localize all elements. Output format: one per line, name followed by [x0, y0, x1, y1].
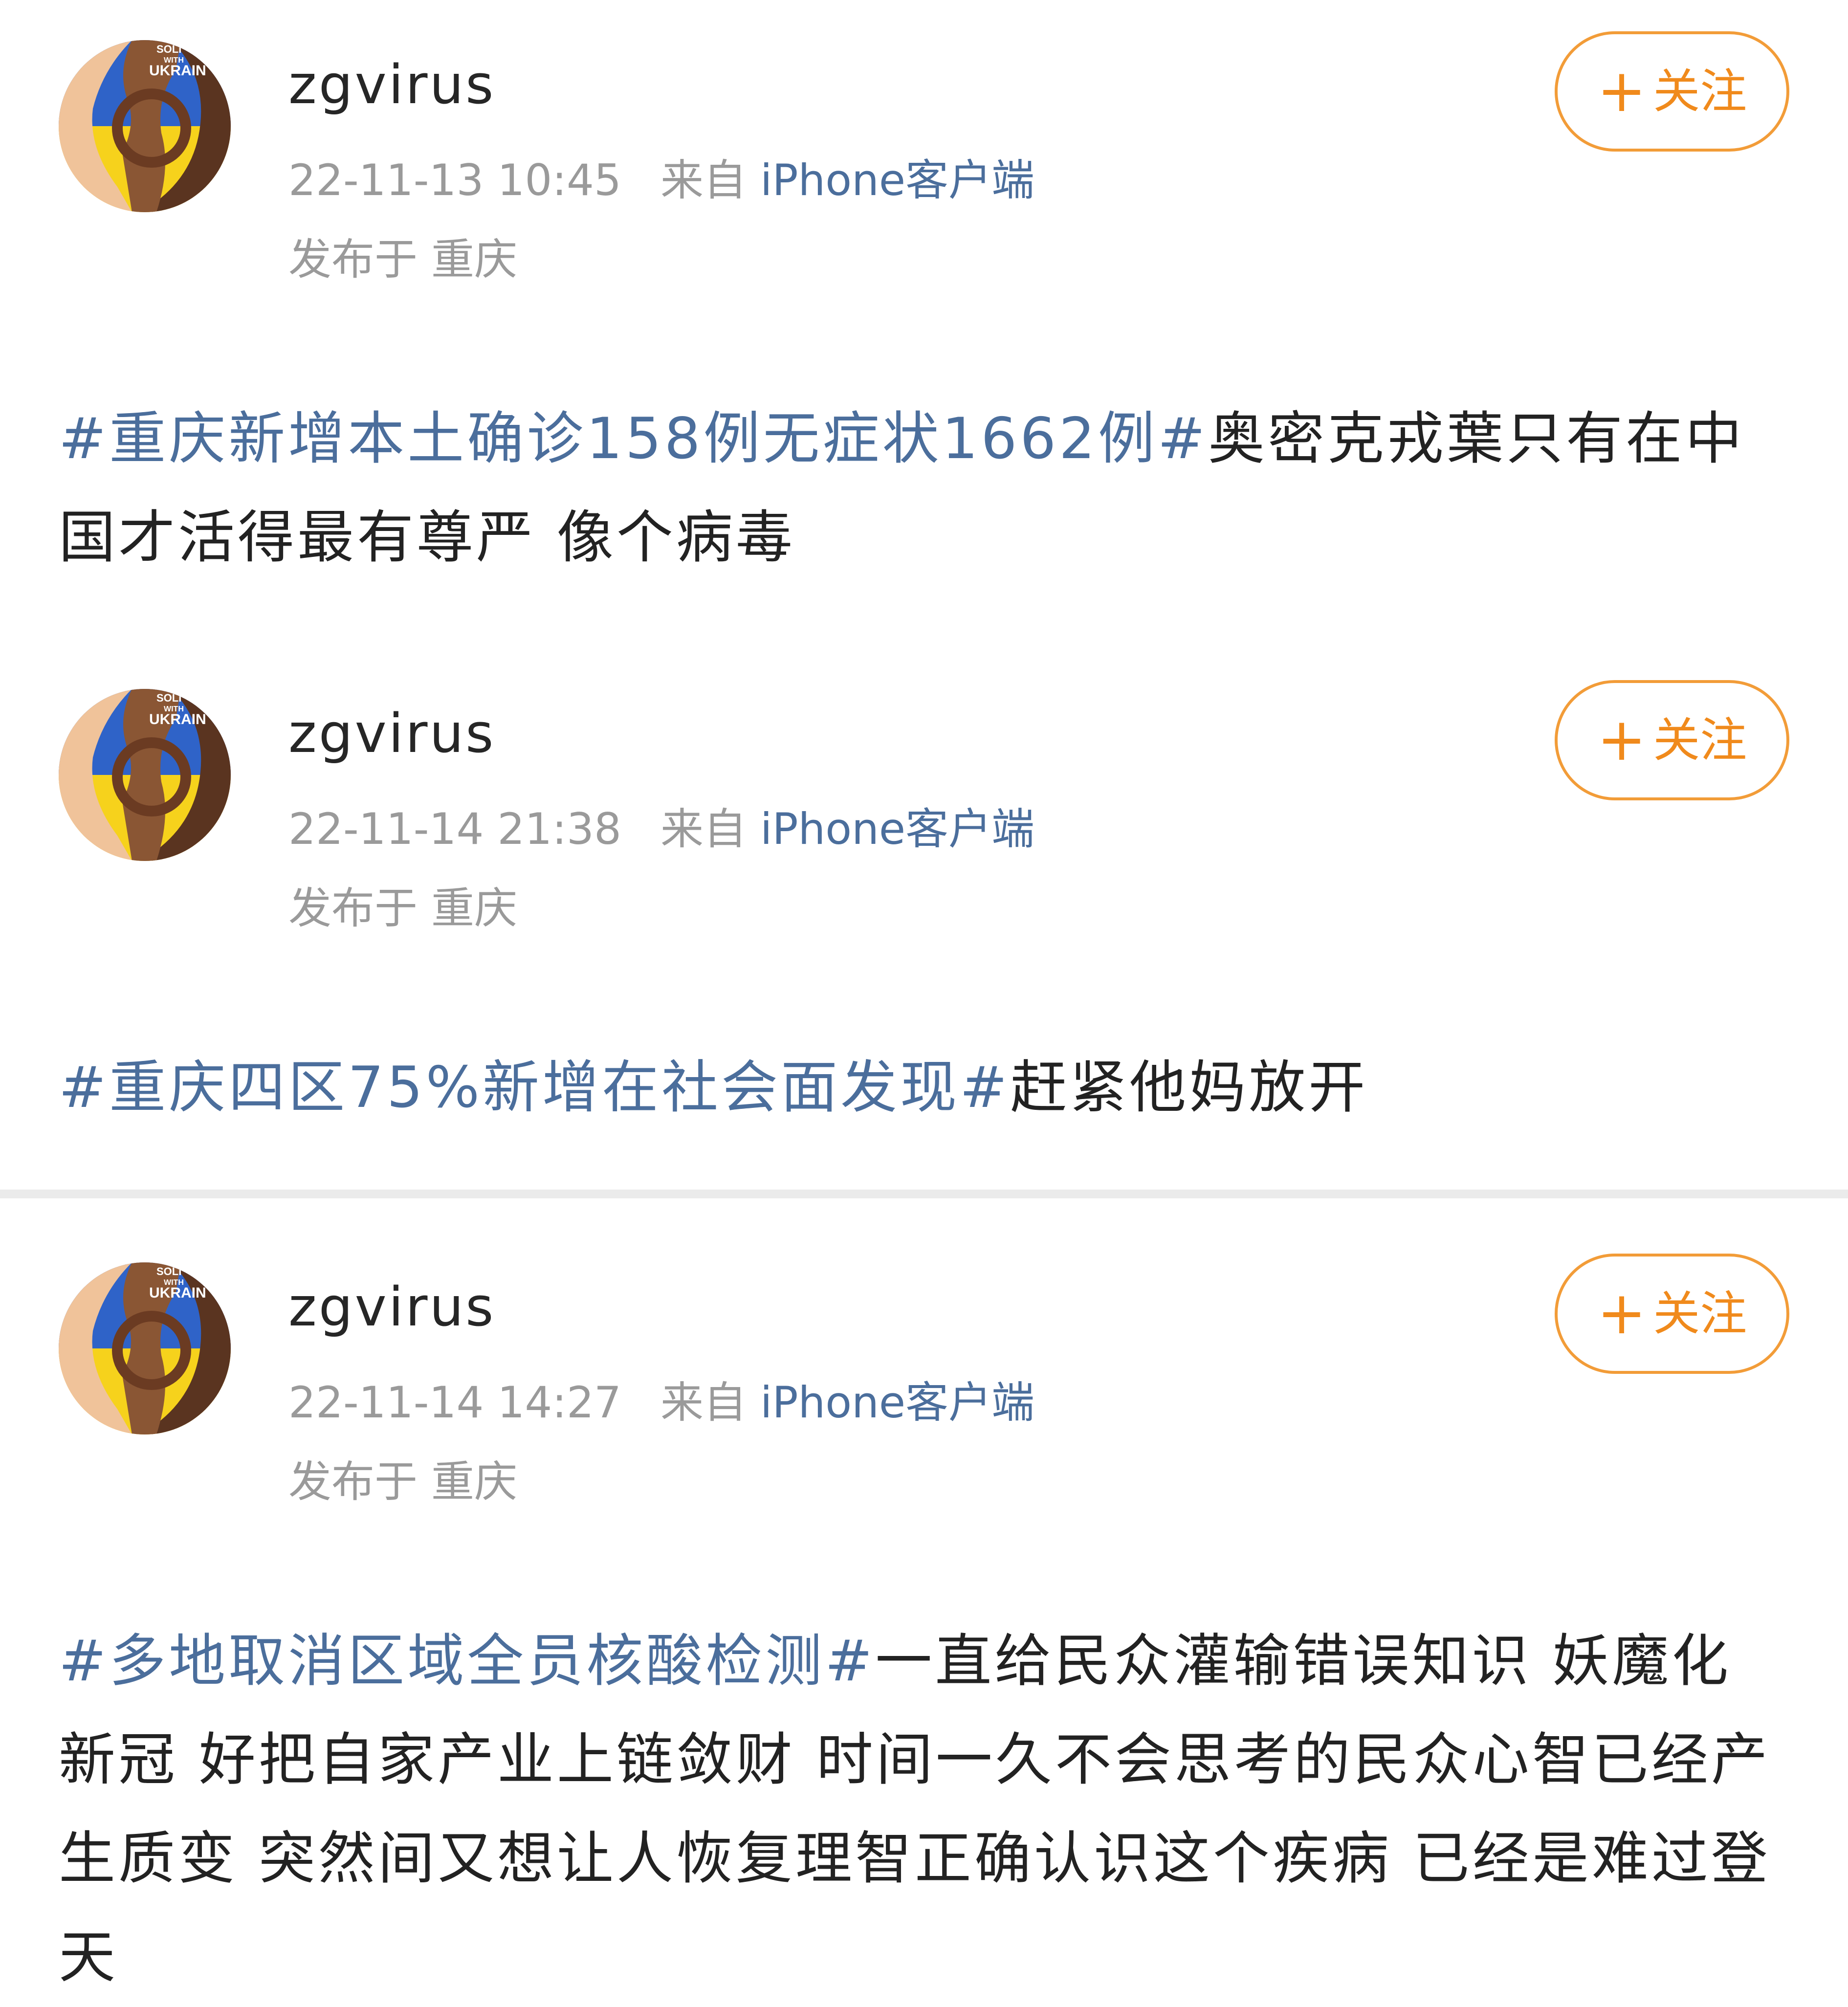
svg-text:SOLI: SOLI: [156, 1265, 181, 1278]
post-meta: 22-11-14 21:38 来自 iPhone客户端: [288, 802, 1034, 856]
user-avatar[interactable]: SOLI WITH UKRAIN: [59, 689, 231, 861]
svg-text:UKRAIN: UKRAIN: [149, 1285, 206, 1301]
svg-text:SOLI: SOLI: [156, 692, 181, 704]
source-app-link[interactable]: iPhone客户端: [760, 1377, 1034, 1428]
post-text: #重庆新增本土确诊158例无症状1662例#奥密克戎葉只有在中国才活得最有尊严 …: [59, 390, 1789, 587]
post-location: 发布于 重庆: [288, 883, 517, 933]
username[interactable]: zgvirus: [288, 702, 495, 765]
solidarity-with-ukraine-avatar-icon: SOLI WITH UKRAIN: [59, 1262, 231, 1434]
plus-icon: +: [1597, 1279, 1647, 1347]
post-meta: 22-11-13 10:45 来自 iPhone客户端: [288, 154, 1034, 207]
timestamp: 22-11-13 10:45: [288, 155, 622, 205]
source-prefix: 来自: [660, 1377, 747, 1428]
post-text: #重庆四区75%新增在社会面发现#赶紧他妈放开: [59, 1038, 1789, 1137]
timestamp: 22-11-14 14:27: [288, 1377, 622, 1428]
post-body-text: 赶紧他妈放开: [1010, 1055, 1368, 1121]
solidarity-with-ukraine-avatar-icon: SOLI WITH UKRAIN: [59, 689, 231, 861]
username[interactable]: zgvirus: [288, 53, 495, 116]
weibo-post: SOLI WITH UKRAIN zgvirus 22-11-14 21:38 来…: [0, 649, 1848, 1221]
user-avatar[interactable]: SOLI WITH UKRAIN: [59, 40, 231, 212]
plus-icon: +: [1597, 57, 1647, 125]
follow-button[interactable]: + 关注: [1555, 31, 1789, 152]
follow-label: 关注: [1653, 64, 1747, 119]
post-divider: [0, 1190, 1848, 1198]
source-prefix: 来自: [660, 155, 747, 205]
follow-button[interactable]: + 关注: [1555, 1254, 1789, 1374]
post-location: 发布于 重庆: [288, 1456, 517, 1507]
timestamp: 22-11-14 21:38: [288, 804, 622, 854]
post-text: #多地取消区域全员核酸检测#一直给民众灌输错误知识 妖魔化新冠 好把自家产业上链…: [59, 1612, 1789, 2007]
hashtag-link[interactable]: #多地取消区域全员核酸检测#: [59, 1628, 875, 1694]
source-prefix: 来自: [660, 804, 747, 854]
username[interactable]: zgvirus: [288, 1275, 495, 1339]
source-app-link[interactable]: iPhone客户端: [760, 804, 1034, 854]
user-avatar[interactable]: SOLI WITH UKRAIN: [59, 1262, 231, 1434]
post-location: 发布于 重庆: [288, 234, 517, 285]
hashtag-link[interactable]: #重庆新增本土确诊158例无症状1662例#: [59, 406, 1208, 472]
follow-label: 关注: [1653, 1286, 1747, 1341]
follow-button[interactable]: + 关注: [1555, 680, 1789, 800]
follow-label: 关注: [1653, 713, 1747, 768]
weibo-post: SOLI WITH UKRAIN zgvirus 22-11-13 10:45 来…: [0, 0, 1848, 572]
plus-icon: +: [1597, 706, 1647, 774]
solidarity-with-ukraine-avatar-icon: SOLI WITH UKRAIN: [59, 40, 231, 212]
hashtag-link[interactable]: #重庆四区75%新增在社会面发现#: [59, 1055, 1010, 1121]
source-app-link[interactable]: iPhone客户端: [760, 155, 1034, 205]
svg-text:SOLI: SOLI: [156, 43, 181, 55]
svg-text:UKRAIN: UKRAIN: [149, 63, 206, 79]
weibo-post: SOLI WITH UKRAIN zgvirus 22-11-14 14:27 来…: [0, 1222, 1848, 2003]
post-meta: 22-11-14 14:27 来自 iPhone客户端: [288, 1376, 1034, 1430]
svg-text:UKRAIN: UKRAIN: [149, 711, 206, 728]
